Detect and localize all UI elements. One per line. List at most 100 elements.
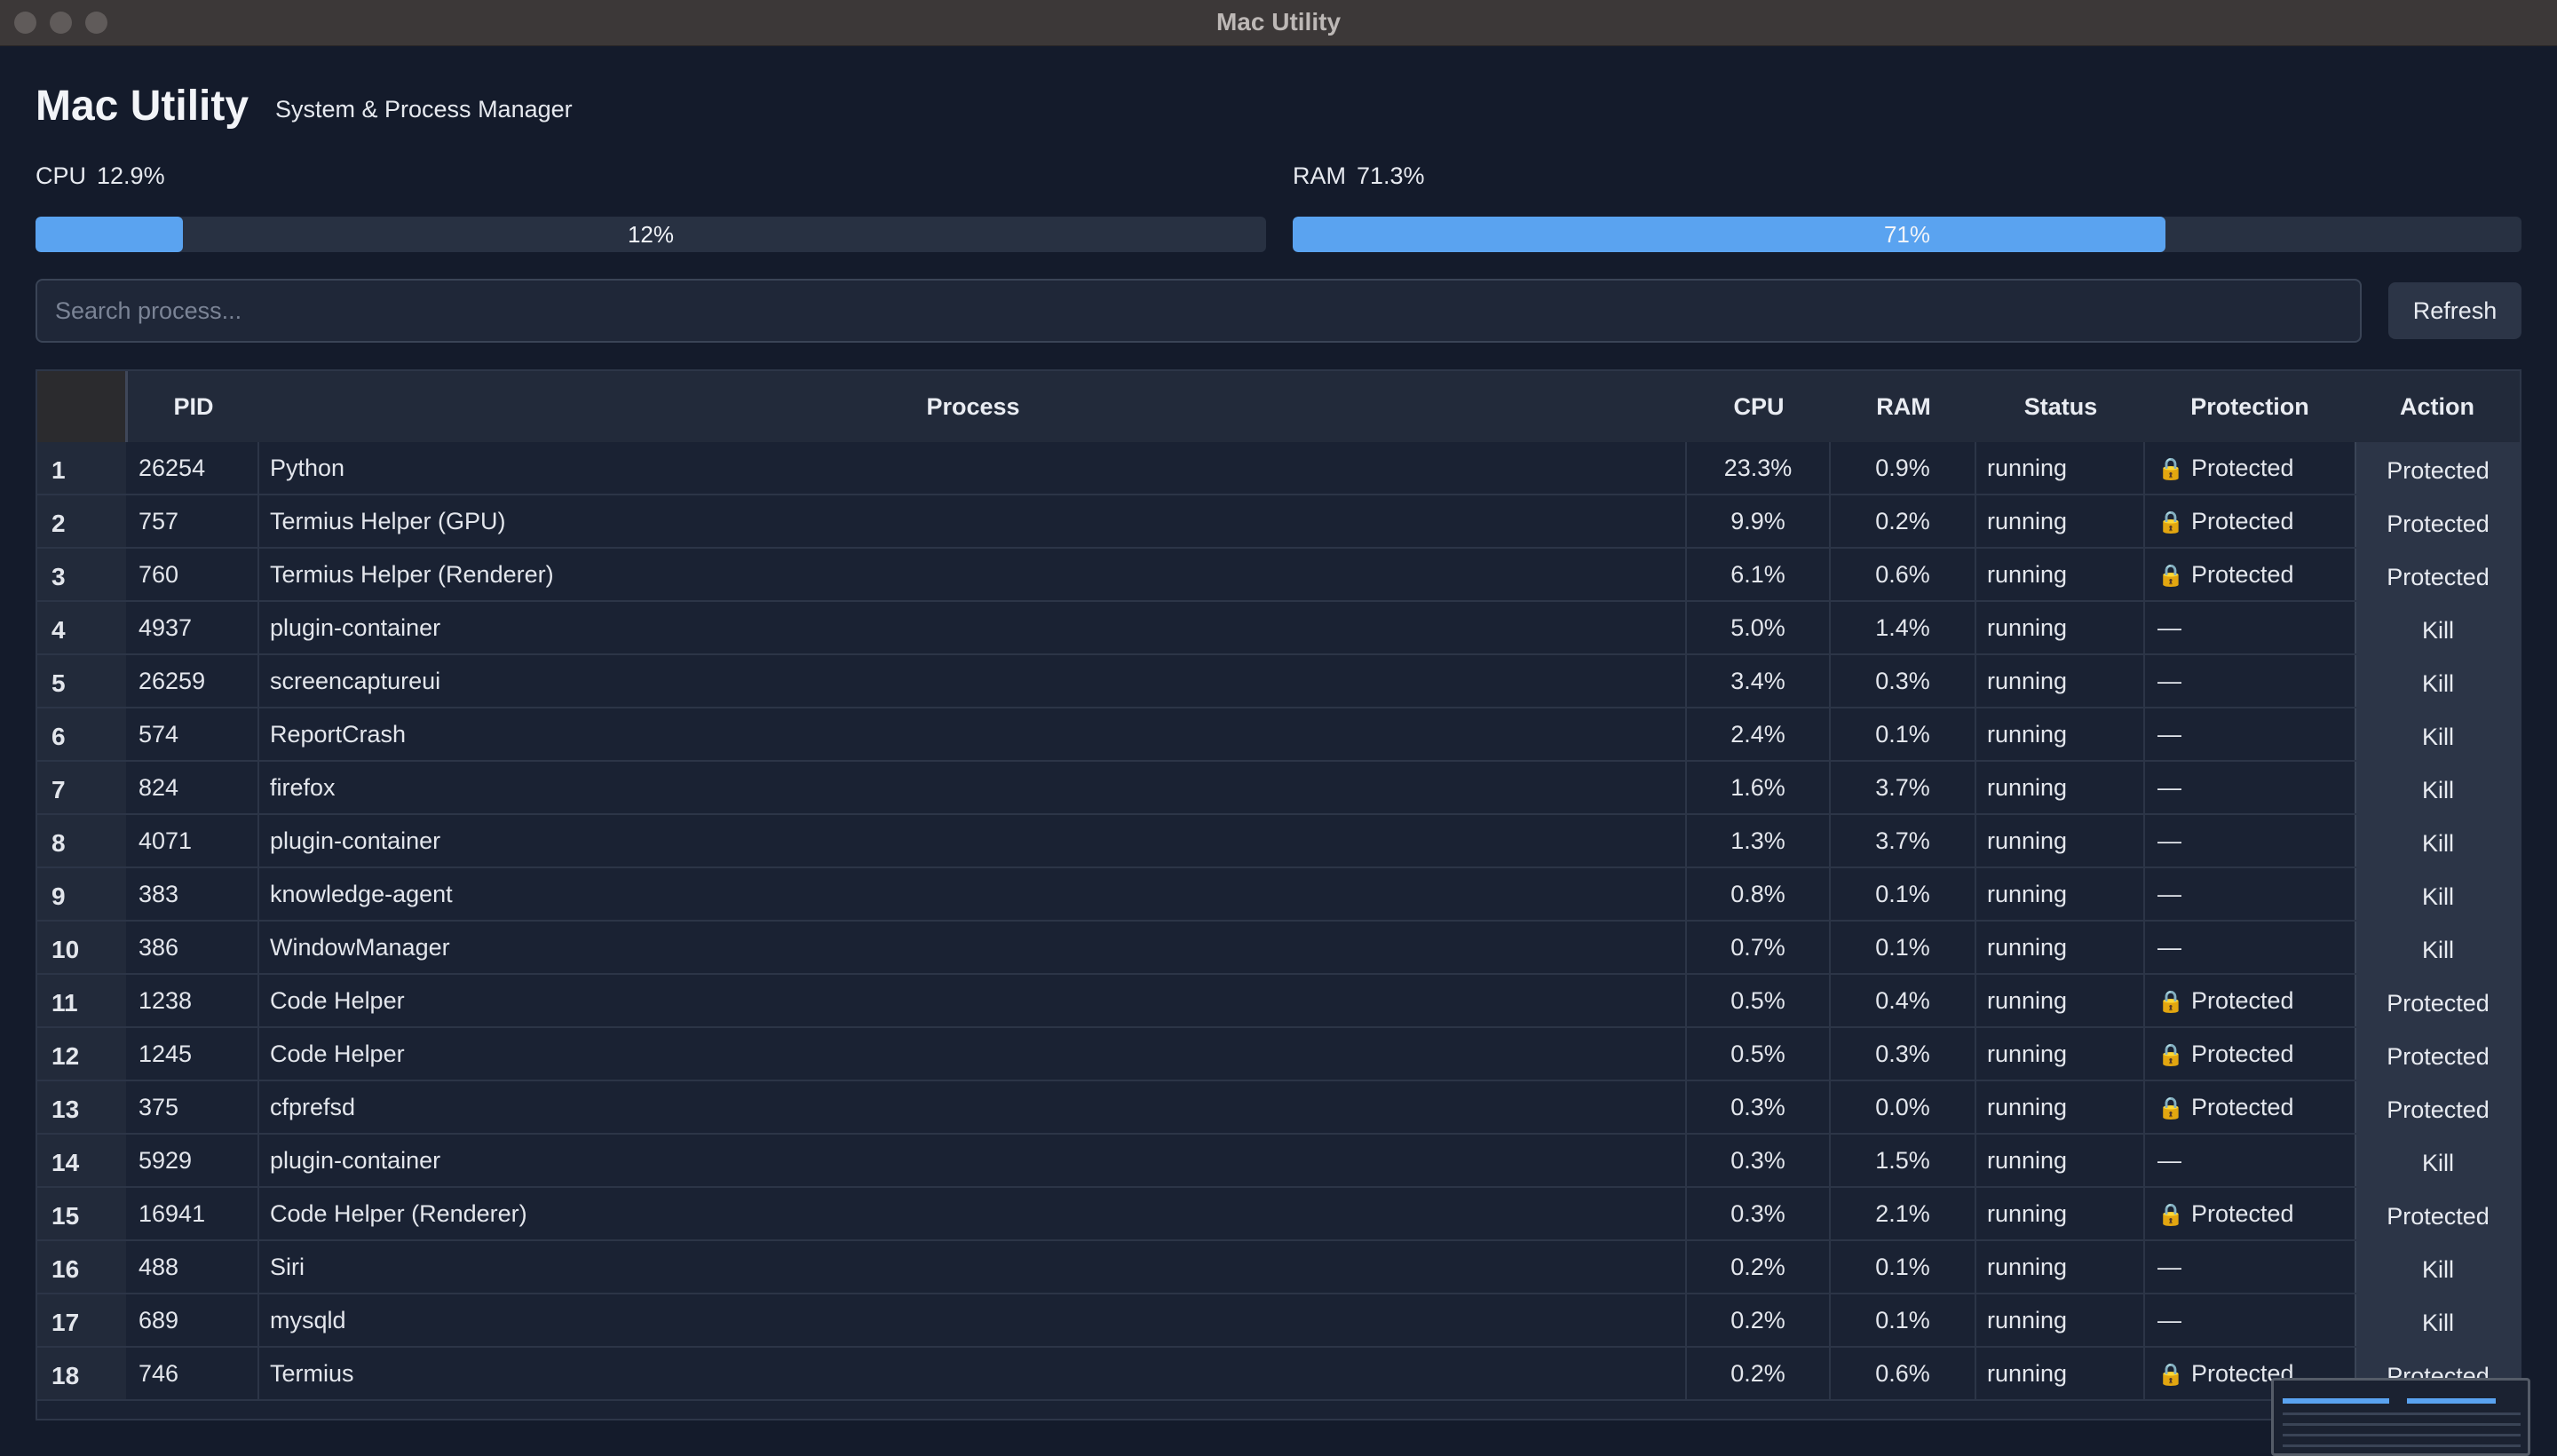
kill-button[interactable]: Kill — [2355, 602, 2520, 653]
pid-cell: 26259 — [128, 655, 259, 707]
table-row[interactable]: 12 1245 Code Helper 0.5% 0.3% running 🔒 Protect… — [37, 1028, 2520, 1081]
lock-icon: 🔒 — [2157, 1096, 2184, 1120]
ram-value: 71.3% — [1357, 162, 1425, 189]
kill-button[interactable]: Kill — [2355, 1294, 2520, 1346]
lock-icon: 🔒 — [2157, 564, 2184, 588]
kill-button[interactable]: Kill — [2355, 922, 2520, 973]
app-subtitle: System & Process Manager — [275, 96, 573, 123]
cpu-cell: 0.2% — [1687, 1348, 1831, 1399]
protected-button[interactable]: Protected — [2355, 1028, 2520, 1080]
protection-cell: 🔒 Protected — [2145, 1028, 2355, 1080]
kill-button[interactable]: Kill — [2355, 868, 2520, 920]
table-row[interactable]: 6 574 ReportCrash 2.4% 0.1% running — Kill — [37, 708, 2520, 762]
row-index: 8 — [37, 815, 126, 866]
table-row[interactable]: 10 386 WindowManager 0.7% 0.1% running — Kill — [37, 922, 2520, 975]
table-row[interactable]: 2 757 Termius Helper (GPU) 9.9% 0.2% running 🔒… — [37, 495, 2520, 549]
pid-cell: 1245 — [128, 1028, 259, 1080]
protection-cell: — — [2145, 602, 2355, 653]
protection-label: Protected — [2191, 1094, 2294, 1120]
protected-button[interactable]: Protected — [2355, 1081, 2520, 1133]
ram-cell: 3.7% — [1831, 762, 1976, 813]
table-row[interactable]: 17 689 mysqld 0.2% 0.1% running — Kill — [37, 1294, 2520, 1348]
pid-cell: 4937 — [128, 602, 259, 653]
protection-cell: — — [2145, 708, 2355, 760]
protected-button[interactable]: Protected — [2355, 442, 2520, 494]
ram-cell: 1.4% — [1831, 602, 1976, 653]
status-cell: running — [1976, 495, 2145, 547]
row-index: 14 — [37, 1135, 126, 1186]
pid-cell: 4071 — [128, 815, 259, 866]
table-row[interactable]: 3 760 Termius Helper (Renderer) 6.1% 0.6% run… — [37, 549, 2520, 602]
thumbnail-bar — [2283, 1398, 2389, 1404]
cpu-cell: 0.5% — [1687, 1028, 1831, 1080]
column-header-ram[interactable]: RAM — [1831, 371, 1976, 442]
screenshot-thumbnail[interactable] — [2271, 1378, 2530, 1456]
row-index: 16 — [37, 1241, 126, 1293]
table-row[interactable]: 18 746 Termius 0.2% 0.6% running 🔒 Protected Pro… — [37, 1348, 2520, 1401]
protected-button[interactable]: Protected — [2355, 975, 2520, 1026]
table-row[interactable]: 7 824 firefox 1.6% 3.7% running — Kill — [37, 762, 2520, 815]
status-cell: running — [1976, 922, 2145, 973]
cpu-progress-text: 12% — [627, 221, 675, 248]
protection-cell: 🔒 Protected — [2145, 1081, 2355, 1133]
protected-button[interactable]: Protected — [2355, 549, 2520, 600]
kill-button[interactable]: Kill — [2355, 1135, 2520, 1186]
ram-cell: 0.1% — [1831, 1241, 1976, 1293]
protection-label: Protected — [2191, 987, 2294, 1014]
kill-button[interactable]: Kill — [2355, 655, 2520, 707]
process-name-cell: Termius Helper (GPU) — [259, 495, 1687, 547]
column-header-pid[interactable]: PID — [128, 371, 259, 442]
table-row[interactable]: 15 16941 Code Helper (Renderer) 0.3% 2.1% run… — [37, 1188, 2520, 1241]
protection-label: — — [2157, 1307, 2181, 1333]
ram-cell: 0.6% — [1831, 1348, 1976, 1399]
table-row[interactable]: 14 5929 plugin-container 0.3% 1.5% running — Ki… — [37, 1135, 2520, 1188]
pid-cell: 5929 — [128, 1135, 259, 1186]
ram-cell: 0.1% — [1831, 868, 1976, 920]
kill-button[interactable]: Kill — [2355, 1241, 2520, 1293]
table-row[interactable]: 11 1238 Code Helper 0.5% 0.4% running 🔒 Protect… — [37, 975, 2520, 1028]
kill-button[interactable]: Kill — [2355, 762, 2520, 813]
thumbnail-line — [2283, 1444, 2521, 1447]
protection-label: — — [2157, 827, 2181, 854]
cpu-cell: 0.8% — [1687, 868, 1831, 920]
protection-label: Protected — [2191, 561, 2294, 588]
pid-cell: 1238 — [128, 975, 259, 1026]
protection-label: Protected — [2191, 1041, 2294, 1067]
lock-icon: 🔒 — [2157, 1043, 2184, 1067]
table-row[interactable]: 5 26259 screencaptureui 3.4% 0.3% running — Kil… — [37, 655, 2520, 708]
protection-label: — — [2157, 721, 2181, 748]
row-index: 2 — [37, 495, 126, 547]
protected-button[interactable]: Protected — [2355, 1188, 2520, 1239]
search-input[interactable] — [36, 279, 2362, 343]
table-row[interactable]: 13 375 cfprefsd 0.3% 0.0% running 🔒 Protected Pr… — [37, 1081, 2520, 1135]
process-name-cell: Code Helper (Renderer) — [259, 1188, 1687, 1239]
pid-cell: 574 — [128, 708, 259, 760]
column-header-cpu[interactable]: CPU — [1687, 371, 1831, 442]
column-header-protection[interactable]: Protection — [2145, 371, 2355, 442]
table-row[interactable]: 4 4937 plugin-container 5.0% 1.4% running — Kil… — [37, 602, 2520, 655]
row-index: 13 — [37, 1081, 126, 1133]
cpu-cell: 0.2% — [1687, 1241, 1831, 1293]
lock-icon: 🔒 — [2157, 1203, 2184, 1227]
table-row[interactable]: 1 26254 Python 23.3% 0.9% running 🔒 Protected Pr… — [37, 442, 2520, 495]
cpu-cell: 0.3% — [1687, 1188, 1831, 1239]
table-row[interactable]: 8 4071 plugin-container 1.3% 3.7% running — Kil… — [37, 815, 2520, 868]
refresh-button[interactable]: Refresh — [2388, 282, 2521, 339]
protected-button[interactable]: Protected — [2355, 495, 2520, 547]
kill-button[interactable]: Kill — [2355, 708, 2520, 760]
process-name-cell: screencaptureui — [259, 655, 1687, 707]
column-header-action[interactable]: Action — [2355, 371, 2520, 442]
process-name-cell: Code Helper — [259, 1028, 1687, 1080]
ram-progress-bar: 71% — [1293, 217, 2521, 252]
kill-button[interactable]: Kill — [2355, 815, 2520, 866]
status-cell: running — [1976, 762, 2145, 813]
pid-cell: 689 — [128, 1294, 259, 1346]
column-header-status[interactable]: Status — [1976, 371, 2145, 442]
row-index: 4 — [37, 602, 126, 653]
protection-label: — — [2157, 668, 2181, 694]
status-cell: running — [1976, 442, 2145, 494]
column-header-process[interactable]: Process — [259, 371, 1687, 442]
table-row[interactable]: 9 383 knowledge-agent 0.8% 0.1% running — Kill — [37, 868, 2520, 922]
table-row[interactable]: 16 488 Siri 0.2% 0.1% running — Kill — [37, 1241, 2520, 1294]
ram-cell: 0.2% — [1831, 495, 1976, 547]
